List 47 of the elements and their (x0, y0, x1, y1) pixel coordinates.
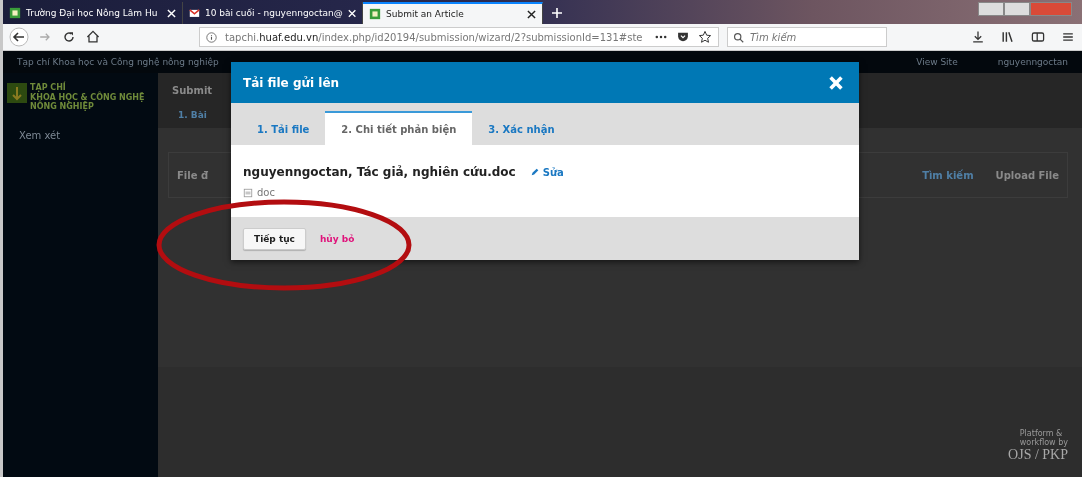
cancel-link[interactable]: hủy bỏ (319, 233, 355, 244)
footer-text: Platform & workflow by (1019, 428, 1068, 447)
modal-title: Tải file gửi lên (243, 75, 340, 90)
sidebar-item[interactable]: Xem xét (7, 129, 154, 141)
star-icon[interactable] (698, 30, 712, 44)
site-favicon-icon (369, 8, 381, 20)
library-icon[interactable] (1000, 29, 1016, 45)
reload-icon[interactable] (61, 29, 77, 45)
tab-title: Trường Đại học Nông Lâm Hu (26, 8, 159, 18)
tab-title: Submit an Article (386, 9, 465, 19)
back-icon[interactable] (9, 27, 29, 47)
search-field[interactable]: Tìm kiếm (727, 27, 887, 47)
file-type: doc (257, 187, 275, 198)
download-icon[interactable] (970, 29, 986, 45)
journal-logo-icon (7, 83, 27, 103)
sidebar-icon[interactable] (1030, 29, 1046, 45)
header-link[interactable]: View Site (916, 57, 958, 67)
envelope-icon (189, 7, 200, 19)
minimize-button[interactable] (978, 2, 1004, 16)
info-icon (206, 31, 217, 43)
pocket-icon[interactable] (676, 30, 690, 44)
continue-button[interactable]: Tiếp tục (243, 227, 306, 250)
home-icon[interactable] (85, 29, 101, 45)
header-link[interactable]: nguyenngoctan (997, 57, 1068, 67)
pencil-icon (529, 167, 540, 177)
address-bar[interactable]: tapchi.huaf.edu.vn/index.php/id20194/submission/wizard/2?submissionId=131#ste (199, 27, 719, 47)
footer-brand[interactable]: OJS / PKP (1008, 446, 1068, 463)
browser-tab[interactable]: Submit an Article (363, 2, 543, 24)
search-icon (733, 32, 744, 43)
wizard-tab[interactable]: 3. Xác nhận (472, 113, 571, 145)
journal-title[interactable]: Tạp chí Khoa học và Công nghệ nông nghiệp (17, 57, 219, 67)
file-name: nguyenngoctan, Tác giả, nghiên cứu.doc (243, 165, 516, 179)
logo-text: TẠP CHÍ KHOA HỌC & CÔNG NGHỆ NÔNG NGHIỆP (30, 83, 145, 112)
tab-title: 10 bài cuối - nguyenngoctan@ (204, 8, 343, 18)
url-text: tapchi.huaf.edu.vn/index.php/id20194/submission/wizard/2?submissionId=131#ste (225, 31, 644, 43)
site-favicon-icon (9, 7, 21, 19)
edit-link[interactable]: Sửa (529, 166, 564, 178)
maximize-button[interactable] (1004, 2, 1030, 16)
section-title: File đ (177, 169, 209, 181)
close-tab-icon[interactable] (527, 9, 536, 19)
section-action-link[interactable]: Tìm kiếm (922, 169, 974, 181)
new-tab-icon[interactable] (551, 7, 563, 19)
page-title: Submit (172, 85, 214, 96)
document-icon (243, 187, 253, 198)
wizard-tab[interactable]: 2. Chi tiết phản biện (325, 111, 473, 145)
wizard-tab[interactable]: 1. Tải file (241, 113, 326, 145)
section-action-link[interactable]: Upload File (995, 169, 1059, 181)
